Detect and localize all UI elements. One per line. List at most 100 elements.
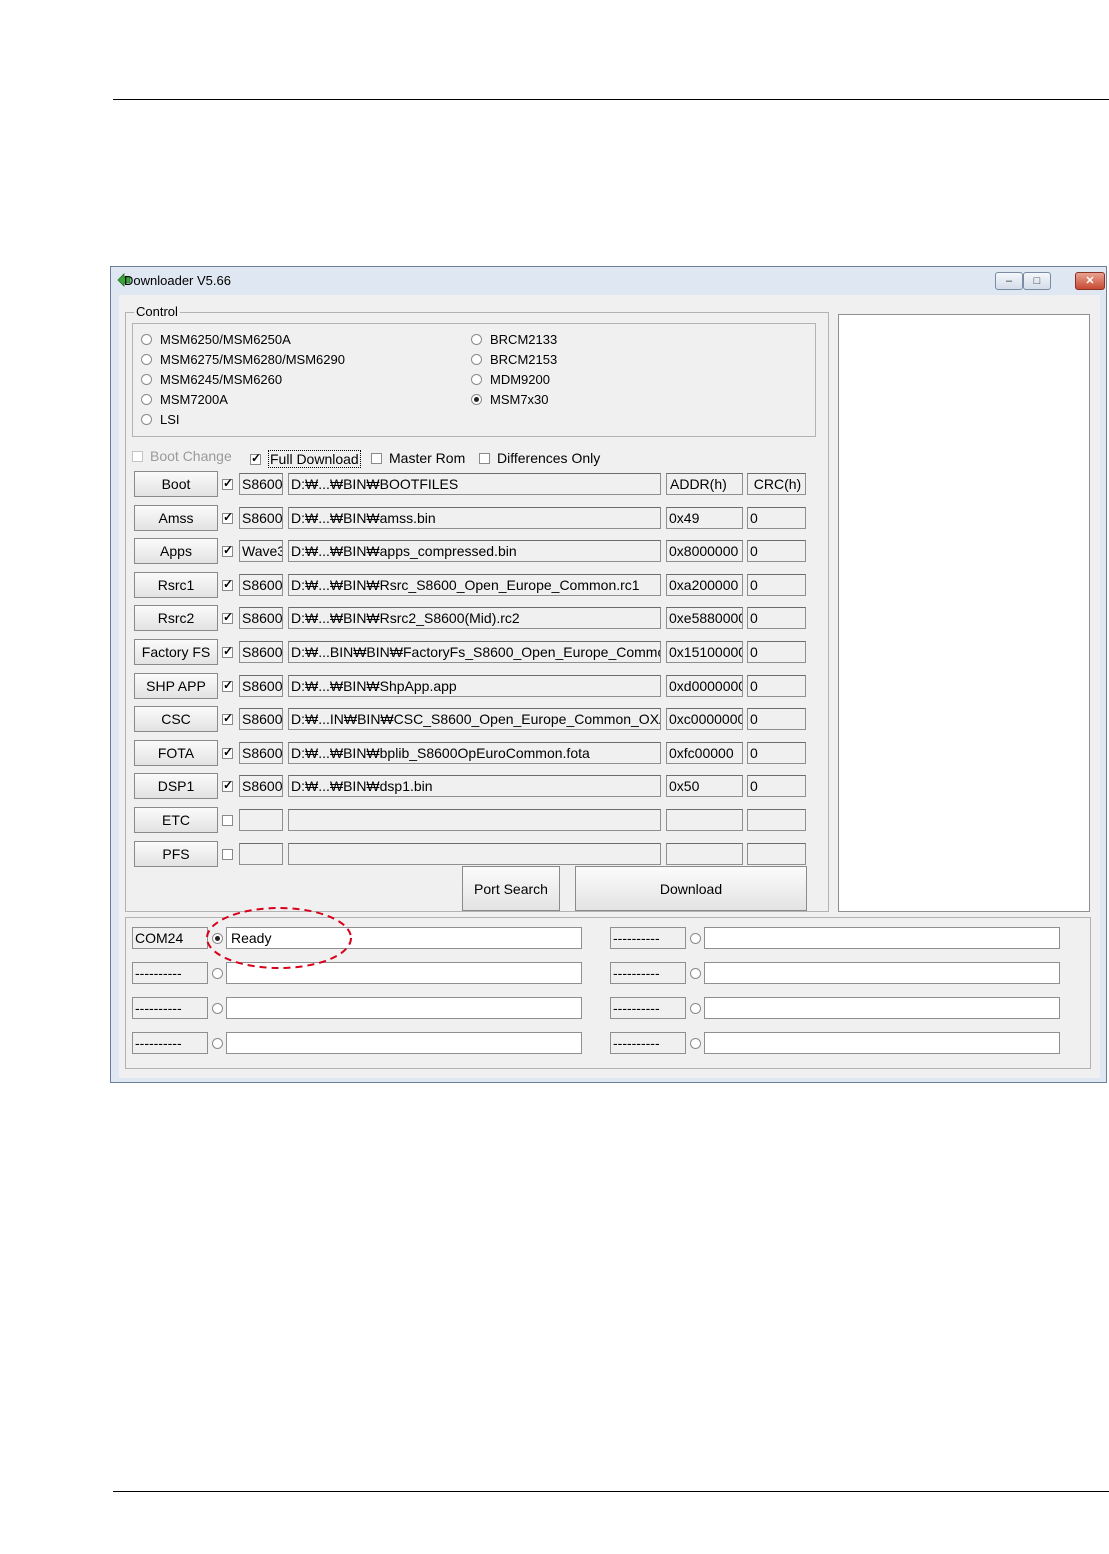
file-amss-button[interactable]: Amss [134, 504, 218, 531]
file-path-field[interactable]: D:₩...₩BIN₩Rsrc2_S8600(Mid).rc2 [288, 607, 661, 630]
chipset-radio[interactable] [471, 354, 482, 365]
file-addr-field[interactable] [666, 842, 743, 865]
chipset-option[interactable]: LSI [141, 412, 180, 427]
file-path-field[interactable]: D:₩...₩BIN₩amss.bin [288, 506, 661, 529]
file-etc-button[interactable]: ETC [134, 807, 218, 833]
file-factory-fs-button[interactable]: Factory FS [134, 639, 218, 665]
port-search-button[interactable]: Port Search [462, 866, 560, 911]
file-model-field[interactable]: S8600 [239, 708, 283, 731]
file-crc-field[interactable]: 0 [747, 708, 806, 731]
differences-only-option[interactable]: Differences Only [479, 450, 600, 466]
download-button[interactable]: Download [575, 866, 807, 911]
differences-only-checkbox[interactable] [479, 452, 490, 464]
file-crc-field[interactable]: 0 [747, 506, 806, 529]
file-enable-checkbox[interactable] [222, 848, 233, 860]
master-rom-checkbox[interactable] [371, 452, 382, 464]
file-addr-field[interactable]: 0xfc00000 [666, 741, 743, 764]
port-radio[interactable] [212, 1038, 223, 1049]
chipset-option[interactable]: MSM6245/MSM6260 [141, 372, 282, 387]
chipset-option[interactable]: BRCM2153 [471, 352, 557, 367]
file-enable-checkbox[interactable] [222, 745, 233, 759]
file-path-field[interactable]: D:₩...₩BIN₩apps_compressed.bin [288, 540, 661, 563]
file-model-field[interactable] [239, 842, 283, 865]
full-download-option[interactable]: Full Download [250, 450, 361, 468]
file-fota-button[interactable]: FOTA [134, 739, 218, 766]
file-model-field[interactable]: S8600 [239, 674, 283, 697]
file-enable-checkbox[interactable] [222, 476, 233, 490]
file-addr-field[interactable]: 0x8000000 [666, 540, 743, 563]
file-crc-field[interactable]: 0 [747, 775, 806, 798]
file-addr-field[interactable]: 0x50 [666, 775, 743, 798]
chipset-option[interactable]: MSM6275/MSM6280/MSM6290 [141, 352, 345, 367]
file-crc-field[interactable]: 0 [747, 607, 806, 630]
boot-change-checkbox[interactable] [132, 450, 143, 462]
file-rsrc2-button[interactable]: Rsrc2 [134, 605, 218, 632]
file-model-field[interactable]: S8600 [239, 741, 283, 764]
file-crc-field[interactable]: 0 [747, 741, 806, 764]
file-model-field[interactable]: S8600 [239, 573, 283, 596]
file-enable-checkbox[interactable] [222, 577, 233, 591]
file-enable-checkbox[interactable] [222, 778, 233, 793]
boot-change-option[interactable]: Boot Change [132, 448, 232, 464]
file-path-field[interactable] [288, 809, 661, 831]
title-bar[interactable]: Downloader V5.66 – □ ✕ [111, 267, 1106, 295]
chipset-option[interactable]: MSM7200A [141, 392, 228, 407]
file-crc-field[interactable]: 0 [747, 540, 806, 563]
chipset-option[interactable]: BRCM2133 [471, 332, 557, 347]
file-boot-button[interactable]: Boot [134, 471, 218, 497]
file-model-field[interactable]: S8600 [239, 473, 283, 495]
file-crc-field[interactable]: 0 [747, 641, 806, 663]
file-enable-checkbox[interactable] [222, 543, 233, 558]
chipset-radio[interactable] [141, 394, 152, 405]
file-enable-checkbox[interactable] [222, 815, 233, 826]
file-addr-field[interactable]: 0xe5880000 [666, 607, 743, 630]
file-model-field[interactable]: S8600 [239, 641, 283, 663]
file-model-field[interactable] [239, 809, 283, 831]
chipset-radio[interactable] [141, 334, 152, 345]
file-addr-field[interactable]: ADDR(h) [666, 473, 743, 495]
file-pfs-button[interactable]: PFS [134, 840, 218, 867]
chipset-option[interactable]: MDM9200 [471, 372, 550, 387]
file-enable-checkbox[interactable] [222, 711, 233, 726]
file-path-field[interactable]: D:₩...₩BIN₩ShpApp.app [288, 674, 661, 697]
file-addr-field[interactable]: 0xc0000000 [666, 708, 743, 731]
file-rsrc1-button[interactable]: Rsrc1 [134, 571, 218, 598]
file-path-field[interactable]: D:₩...₩BIN₩bplib_S8600OpEuroCommon.fota [288, 741, 661, 764]
port-radio[interactable] [212, 1003, 223, 1014]
file-enable-checkbox[interactable] [222, 678, 233, 692]
chipset-option[interactable]: MSM6250/MSM6250A [141, 332, 291, 347]
file-apps-button[interactable]: Apps [134, 538, 218, 565]
file-addr-field[interactable]: 0xa200000 [666, 573, 743, 596]
file-enable-checkbox[interactable] [222, 644, 233, 658]
file-enable-checkbox[interactable] [222, 510, 233, 524]
port-radio[interactable] [690, 933, 701, 944]
file-crc-field[interactable]: CRC(h) [747, 473, 806, 495]
close-button[interactable]: ✕ [1075, 272, 1105, 290]
file-addr-field[interactable] [666, 809, 743, 831]
file-crc-field[interactable]: 0 [747, 573, 806, 596]
file-path-field[interactable]: D:₩...BIN₩BIN₩FactoryFs_S8600_Open_Europ… [288, 641, 661, 663]
file-addr-field[interactable]: 0x15100000 [666, 641, 743, 663]
chipset-radio[interactable] [141, 374, 152, 385]
file-model-field[interactable]: S8600 [239, 775, 283, 798]
port-radio[interactable] [690, 1038, 701, 1049]
file-addr-field[interactable]: 0x49 [666, 506, 743, 529]
file-model-field[interactable]: S8600 [239, 607, 283, 630]
file-model-field[interactable]: Wave3 [239, 540, 283, 563]
port-radio[interactable] [690, 968, 701, 979]
chipset-radio[interactable] [141, 354, 152, 365]
file-dsp1-button[interactable]: DSP1 [134, 773, 218, 800]
file-enable-checkbox[interactable] [222, 610, 233, 625]
file-csc-button[interactable]: CSC [134, 706, 218, 733]
chipset-radio[interactable] [141, 414, 152, 425]
file-shp-app-button[interactable]: SHP APP [134, 672, 218, 699]
file-path-field[interactable]: D:₩...₩BIN₩Rsrc_S8600_Open_Europe_Common… [288, 573, 661, 596]
file-path-field[interactable]: D:₩...₩BIN₩BOOTFILES [288, 473, 661, 495]
file-path-field[interactable]: D:₩...₩BIN₩dsp1.bin [288, 775, 661, 798]
chipset-radio[interactable] [471, 394, 482, 405]
file-addr-field[interactable]: 0xd0000000 [666, 674, 743, 697]
file-crc-field[interactable] [747, 809, 806, 831]
full-download-checkbox[interactable] [250, 451, 261, 465]
file-crc-field[interactable]: 0 [747, 674, 806, 697]
master-rom-option[interactable]: Master Rom [371, 450, 465, 466]
